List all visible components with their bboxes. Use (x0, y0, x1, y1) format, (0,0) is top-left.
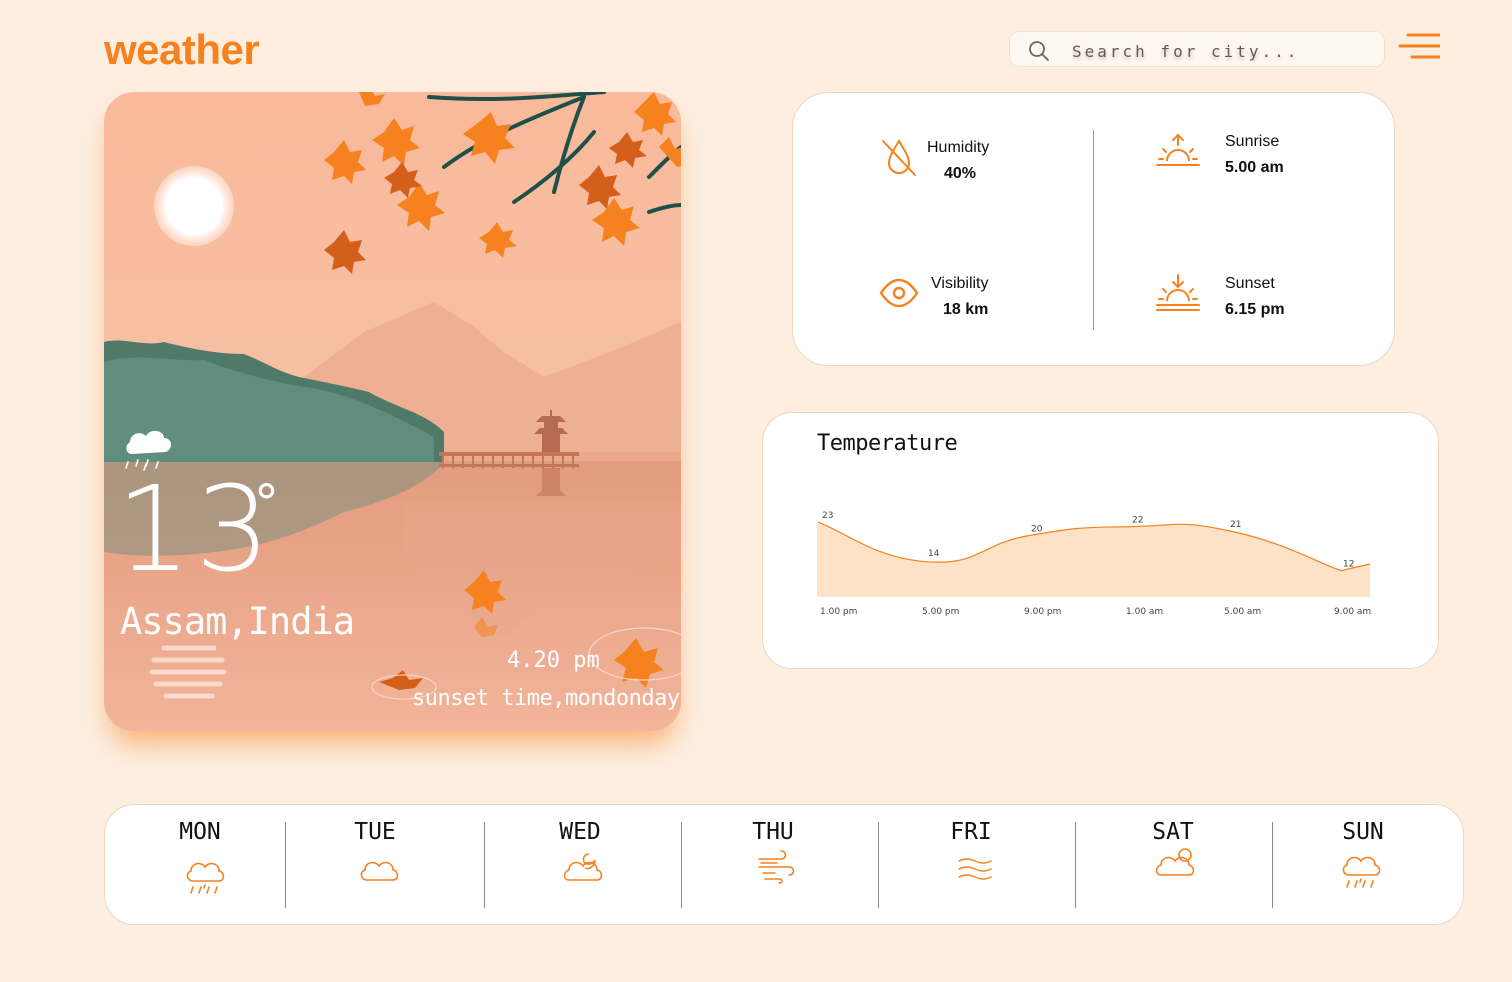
search-bar[interactable] (1009, 31, 1385, 67)
cloud-icon (360, 861, 399, 881)
day-tue[interactable]: TUE (315, 805, 435, 926)
cloud-rain-icon (186, 862, 225, 894)
humidity-value: 40% (944, 165, 977, 182)
day-divider (285, 822, 286, 908)
humidity-label: Humidity (927, 139, 990, 156)
sunrise-icon (1156, 133, 1200, 166)
day-divider (1075, 822, 1076, 908)
data-label: 20 (1031, 524, 1043, 534)
degree-symbol: ° (254, 474, 279, 532)
data-label: 22 (1132, 516, 1143, 526)
current-time: 4.20 pm (507, 648, 600, 673)
cloud-rain-icon (1342, 856, 1381, 888)
data-label: 12 (1343, 560, 1354, 570)
temperature-chart: 23 14 20 22 21 12 1.00 pm 5.00 pm 9.00 pm 1.00 a… (817, 511, 1371, 617)
sunrise-label: Sunrise (1225, 133, 1280, 150)
day-wed[interactable]: WED (520, 805, 640, 926)
day-name: THU (752, 819, 794, 845)
cloud-sun-icon (1155, 848, 1195, 876)
current-weather-card: 13 ° Assam,India 4.20 pm sunset time,mon… (104, 92, 681, 731)
day-text: sunset time,mondonday (412, 686, 680, 711)
data-label: 21 (1230, 520, 1241, 530)
day-divider (484, 822, 485, 908)
weather-stats-card: Humidity 40% Sunrise 5.00 am Visibility … (792, 92, 1395, 366)
x-tick-label: 1.00 am (1126, 607, 1163, 617)
weekly-forecast: MON TUE WED THU FRI SAT SUN (104, 804, 1464, 925)
x-tick-label: 1.00 pm (820, 607, 857, 617)
humidity-stat: Humidity 40% (879, 137, 1019, 187)
sunset-icon (1156, 274, 1200, 311)
temperature-chart-card: Temperature 23 14 20 22 21 12 1.00 pm 5.00 pm 9… (762, 412, 1439, 669)
eye-icon (879, 278, 919, 308)
day-divider (1272, 822, 1273, 908)
day-fri[interactable]: FRI (911, 805, 1031, 926)
sunset-value: 6.15 pm (1225, 301, 1285, 318)
day-name: WED (559, 819, 601, 845)
data-label: 23 (822, 511, 833, 521)
haze-icon (958, 858, 992, 880)
search-icon[interactable] (1028, 40, 1050, 62)
sunrise-stat: Sunrise 5.00 am (1155, 131, 1315, 181)
day-name: TUE (354, 819, 396, 845)
current-temperature: 13 (116, 460, 275, 598)
sunset-stat: Sunset 6.15 pm (1155, 273, 1315, 323)
wind-icon (758, 850, 795, 884)
x-tick-label: 5.00 am (1224, 607, 1261, 617)
x-tick-label: 5.00 pm (922, 607, 959, 617)
visibility-label: Visibility (931, 275, 989, 292)
day-divider (681, 822, 682, 908)
app-logo: weather (104, 26, 260, 73)
day-name: SUN (1342, 819, 1384, 845)
search-input[interactable] (1070, 38, 1374, 64)
day-name: FRI (950, 819, 992, 845)
day-sat[interactable]: SAT (1113, 805, 1233, 926)
sunrise-value: 5.00 am (1225, 159, 1284, 176)
day-name: MON (179, 819, 221, 845)
day-thu[interactable]: THU (713, 805, 833, 926)
menu-icon[interactable] (1398, 32, 1440, 62)
day-mon[interactable]: MON (140, 805, 260, 926)
day-divider (878, 822, 879, 908)
day-sun[interactable]: SUN (1303, 805, 1423, 926)
sunset-label: Sunset (1225, 275, 1275, 292)
temperature-area (817, 522, 1370, 597)
location-label: Assam,India (120, 600, 355, 643)
data-label: 14 (928, 549, 940, 559)
humidity-off-icon (882, 139, 916, 176)
cloud-moon-icon (563, 853, 603, 881)
visibility-stat: Visibility 18 km (879, 273, 1039, 323)
x-tick-label: 9.00 am (1334, 607, 1371, 617)
stats-divider (1093, 130, 1094, 330)
day-name: SAT (1152, 819, 1194, 845)
visibility-value: 18 km (943, 301, 989, 318)
x-tick-label: 9.00 pm (1024, 607, 1061, 617)
